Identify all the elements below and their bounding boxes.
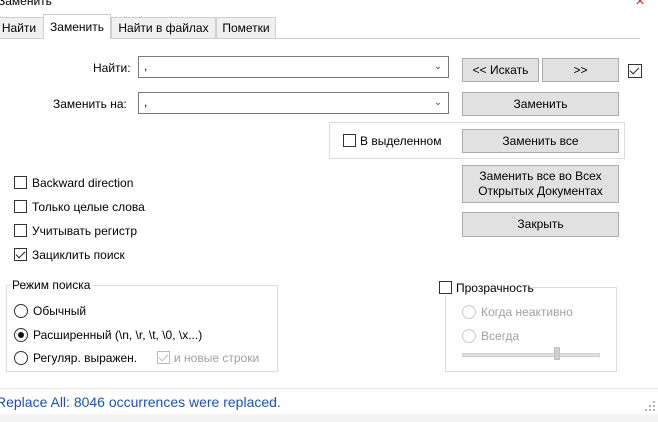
chevron-down-icon[interactable]: ⌄: [432, 96, 444, 110]
close-button[interactable]: Закрыть: [462, 212, 619, 237]
transparency-label: Прозрачность: [456, 281, 534, 295]
match-case-label: Учитывать регистр: [32, 224, 138, 238]
search-back-button[interactable]: << Искать: [462, 58, 539, 82]
replace-button[interactable]: Заменить: [462, 92, 619, 116]
match-case-checkbox[interactable]: [14, 224, 27, 237]
tab-replace[interactable]: Заменить: [43, 14, 111, 39]
whole-words-checkbox[interactable]: [14, 200, 27, 213]
search-mode-regex-label: Регуляр. выражен.: [33, 351, 138, 365]
replace-all-button[interactable]: Заменить все: [462, 129, 619, 153]
transparency-always-radio: [462, 329, 476, 343]
newlines-checkbox: [157, 351, 170, 364]
transparency-always-label: Всегда: [481, 329, 520, 343]
tab-marks[interactable]: Пометки: [216, 17, 276, 38]
search-forward-button[interactable]: >>: [542, 58, 619, 82]
find-value: ,: [144, 59, 148, 73]
transparency-inactive-radio: [462, 305, 476, 319]
transparency-slider-thumb: [554, 347, 560, 360]
bottom-edge: [0, 414, 658, 422]
transparency-checkbox[interactable]: [439, 281, 452, 294]
wrap-around-checkbox[interactable]: [14, 248, 27, 261]
transparency-inactive-label: Когда неактивно: [481, 305, 573, 319]
title-bar: [0, 0, 658, 14]
resize-grip-icon[interactable]: [644, 400, 656, 412]
whole-words-label: Только целые слова: [32, 200, 145, 214]
search-mode-extended-radio[interactable]: [14, 328, 28, 342]
search-mode-extended-label: Расширенный (\n, \r, \t, \0, \x...): [33, 328, 203, 342]
search-mode-normal-radio[interactable]: [14, 304, 28, 318]
backward-label: Backward direction: [32, 176, 134, 190]
window-title: Заменить: [0, 0, 52, 8]
tab-find[interactable]: Найти: [0, 17, 44, 38]
transparency-slider-track: [462, 353, 600, 357]
replace-all-open-docs-button[interactable]: Заменить все во Всех Открытых Документах: [462, 165, 619, 203]
replace-label: Заменить на:: [53, 97, 127, 111]
close-icon[interactable]: ×: [630, 0, 650, 12]
search-mode-regex-radio[interactable]: [14, 351, 28, 365]
status-text: Replace All: 8046 occurrences were repla…: [0, 394, 281, 410]
wrap-around-label: Зациклить поиск: [32, 248, 125, 262]
top-right-checkbox[interactable]: [628, 64, 642, 78]
replace-combobox[interactable]: , ⌄: [138, 92, 449, 114]
tab-find-in-files[interactable]: Найти в файлах: [111, 17, 216, 38]
backward-checkbox[interactable]: [14, 176, 27, 189]
find-combobox[interactable]: , ⌄: [138, 56, 449, 78]
newlines-label: и новые строки: [174, 351, 260, 365]
search-mode-normal-label: Обычный: [33, 304, 87, 318]
in-selection-label: В выделенном: [360, 134, 442, 148]
search-mode-legend: Режим поиска: [10, 278, 93, 292]
in-selection-checkbox[interactable]: [343, 134, 356, 147]
find-label: Найти:: [93, 61, 131, 75]
chevron-down-icon[interactable]: ⌄: [432, 60, 444, 74]
replace-value: ,: [144, 95, 148, 109]
